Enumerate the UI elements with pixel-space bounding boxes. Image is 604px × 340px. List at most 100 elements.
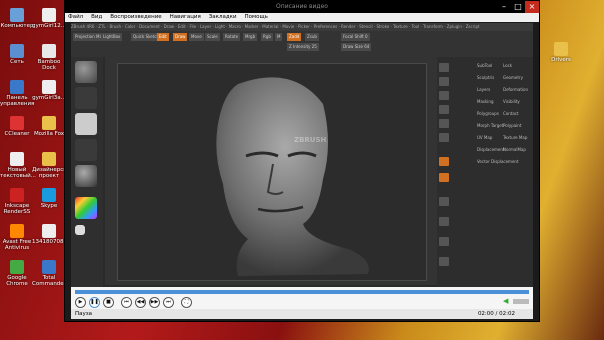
fullscreen-button[interactable]: ⛶ xyxy=(181,297,192,308)
brush-thumb xyxy=(75,61,97,83)
zb-palette-label: Polygroups xyxy=(477,111,499,116)
desktop-icon-label: Avast Free Antivirus xyxy=(2,239,32,252)
zb-chip: Move xyxy=(189,33,204,41)
zb-nav-button xyxy=(439,133,449,142)
zb-chip: Draw xyxy=(173,33,188,41)
app-icon xyxy=(10,80,24,94)
zb-palette-label: Morph Target xyxy=(477,123,504,128)
color-picker xyxy=(75,197,97,219)
sculpted-head xyxy=(216,77,369,276)
zb-palette-label: NormalMap xyxy=(503,147,526,152)
zb-palette-label: Vector Displacement xyxy=(477,159,519,164)
zb-chip: Rgb xyxy=(261,33,273,41)
menu-playback[interactable]: Воспроизведение xyxy=(107,13,164,22)
app-icon xyxy=(42,152,56,166)
desktop-icon[interactable]: 134180708... xyxy=(32,224,69,245)
zb-palette-label: Masking xyxy=(477,99,494,104)
zb-nav-button xyxy=(439,63,449,72)
material-thumb xyxy=(75,165,97,187)
zb-chip: Mrgb xyxy=(243,33,258,41)
zb-chip: Focal Shift 0 xyxy=(341,33,370,41)
desktop-icon-label: Skype xyxy=(40,203,58,209)
zb-chip: Zadd xyxy=(287,33,302,41)
zbrush-left-shelf xyxy=(71,57,103,287)
folder-icon xyxy=(554,42,568,56)
desktop-icon[interactable]: Компьютер xyxy=(0,8,34,29)
zb-nav-button xyxy=(439,105,449,114)
desktop-icon[interactable]: Bamboo Dock xyxy=(32,44,66,71)
menu-help[interactable]: Помощь xyxy=(241,13,270,22)
desktop-icon[interactable]: Новый текстовый... xyxy=(0,152,36,179)
zb-palette-label: Polypaint xyxy=(503,123,522,128)
zb-palette-label: Layers xyxy=(477,87,491,92)
desktop-icon[interactable]: CCleaner xyxy=(0,116,34,137)
desktop-icon[interactable]: Mozilla Fox xyxy=(32,116,66,137)
forward-button[interactable]: ▶▶ xyxy=(149,297,160,308)
menu-navigation[interactable]: Навигация xyxy=(167,13,204,22)
app-icon xyxy=(10,224,24,238)
zb-nav-button xyxy=(439,157,449,166)
volume-slider[interactable] xyxy=(513,299,529,304)
desktop-icon[interactable]: Панель управления xyxy=(0,80,34,107)
menu-bar: Файл Вид Воспроизведение Навигация Закла… xyxy=(65,13,539,22)
zb-nav-button xyxy=(439,173,449,182)
player-controls: ▶ ❚❚ ■ ⏮ ◀◀ ▶▶ ⏭ ⛶ ◀ xyxy=(71,287,533,309)
zbrush-toolbar: Projection Master LightBox Quick Sketch … xyxy=(71,31,533,57)
desktop-icon-label: gymGirl3a... xyxy=(32,95,66,101)
pause-button[interactable]: ❚❚ xyxy=(89,297,100,308)
app-icon xyxy=(10,8,24,22)
main-color xyxy=(75,225,85,235)
app-icon xyxy=(42,80,56,94)
desktop-icon[interactable]: Avast Free Antivirus xyxy=(0,224,34,251)
desktop-icon[interactable]: Skype xyxy=(32,188,66,209)
desktop-icon-label: Панель управления xyxy=(0,95,35,108)
zb-chip: Scale xyxy=(205,33,220,41)
play-button[interactable]: ▶ xyxy=(75,297,86,308)
zb-chip: Edit xyxy=(157,33,169,41)
zb-palette-label: Texture Map xyxy=(503,135,528,140)
zb-chip: Draw Size 64 xyxy=(341,43,372,51)
app-icon xyxy=(42,188,56,202)
desktop-icon-label: Drivers xyxy=(551,57,571,63)
previous-button[interactable]: ⏮ xyxy=(121,297,132,308)
seek-bar[interactable] xyxy=(75,290,529,294)
app-icon xyxy=(42,224,56,238)
desktop-icon[interactable]: Inkscape RenderSS xyxy=(0,188,34,215)
maximize-button[interactable]: □ xyxy=(511,1,525,13)
desktop-icon[interactable]: Google Chrome xyxy=(0,260,34,287)
desktop-icon-label: Mozilla Fox xyxy=(33,131,65,137)
desktop-icon[interactable]: gymGirl3a... xyxy=(32,80,66,101)
desktop-icon[interactable]: Дизайнерский проект xyxy=(32,152,74,179)
status-bar: Пауза 02:00 / 02:02 xyxy=(71,309,533,319)
desktop-icon[interactable]: Сеть xyxy=(0,44,34,65)
video-area[interactable]: ZBrush 4R6 · ZTL · Brush · Color · Docum… xyxy=(71,23,533,287)
media-player-window: Описание видео – □ × Файл Вид Воспроизве… xyxy=(64,0,540,322)
next-button[interactable]: ⏭ xyxy=(163,297,174,308)
desktop-icon-label: CCleaner xyxy=(4,131,30,137)
volume-icon[interactable]: ◀ xyxy=(503,297,511,305)
zb-chip: LightBox xyxy=(101,33,123,41)
app-icon xyxy=(10,152,24,166)
minimize-button[interactable]: – xyxy=(497,1,511,13)
zb-nav-button xyxy=(439,257,449,266)
zb-chip: M xyxy=(275,33,283,41)
zb-palette-label: Displacement xyxy=(477,147,505,152)
rewind-button[interactable]: ◀◀ xyxy=(135,297,146,308)
app-icon xyxy=(42,8,56,22)
desktop-icon-label: Inkscape RenderSS xyxy=(3,203,31,216)
menu-view[interactable]: Вид xyxy=(88,13,105,22)
desktop-icon[interactable]: gymGirl12... xyxy=(32,8,66,29)
desktop-icon-label: Bamboo Dock xyxy=(37,59,61,72)
stop-button[interactable]: ■ xyxy=(103,297,114,308)
canvas-frame: ZBRUSH xyxy=(117,63,427,281)
zb-nav-button xyxy=(439,91,449,100)
menu-file[interactable]: Файл xyxy=(65,13,86,22)
menu-bookmarks[interactable]: Закладки xyxy=(206,13,240,22)
desktop-icon[interactable]: Total Commander xyxy=(32,260,66,287)
zb-palette-label: Geometry xyxy=(503,75,523,80)
zb-palette-label: Visibility xyxy=(503,99,520,104)
close-button[interactable]: × xyxy=(525,1,539,13)
app-icon xyxy=(10,44,24,58)
desktop-icon-drivers[interactable]: Drivers xyxy=(544,42,578,63)
zb-nav-button xyxy=(439,77,449,86)
